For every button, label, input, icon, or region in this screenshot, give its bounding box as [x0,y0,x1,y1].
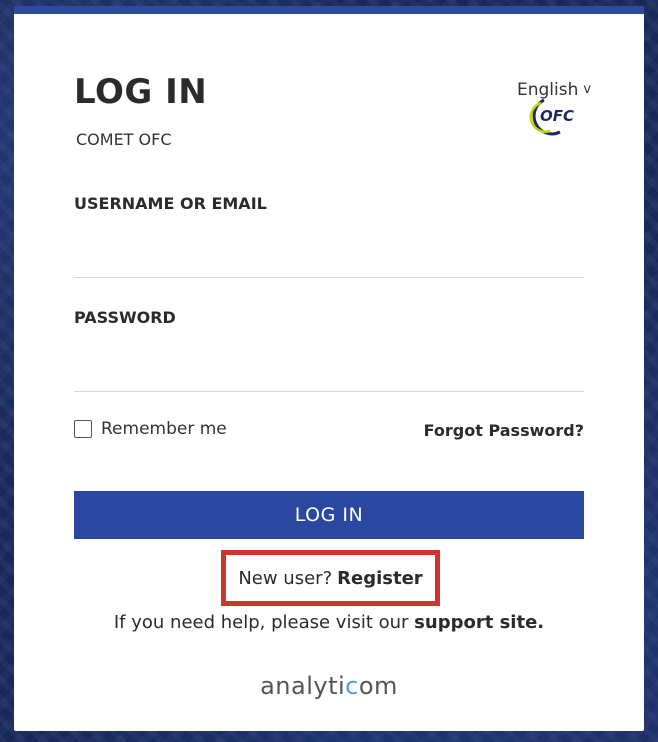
register-callout: New user? Register [221,550,440,606]
brand-text-1: analyti [260,672,346,700]
remember-me[interactable]: Remember me [74,419,227,439]
ofc-logo-text: OFC [540,107,574,125]
help-prefix: If you need help, please visit our [113,612,409,633]
analyticom-logo: analyticom [14,672,644,700]
chevron-down-icon: v [583,82,592,97]
register-link[interactable]: Register [337,568,423,589]
remember-me-label: Remember me [101,419,227,439]
password-label: PASSWORD [74,308,176,327]
brand-text-2: om [358,672,398,700]
password-input[interactable] [74,356,584,392]
new-user-prompt: New user? [238,567,333,589]
page-subtitle: COMET OFC [76,130,172,149]
brand-text-accent: c [345,672,359,700]
login-button[interactable]: LOG IN [74,491,584,539]
help-text: If you need help, please visit our suppo… [14,612,644,633]
username-label: USERNAME OR EMAIL [74,194,267,213]
ofc-logo: OFC [529,98,574,136]
login-card: LOG IN COMET OFC English v OFC USERNAME O… [14,6,644,731]
page-title: LOG IN [74,72,208,112]
support-site-link[interactable]: support site. [414,612,544,633]
username-input[interactable] [74,242,584,278]
forgot-password-link[interactable]: Forgot Password? [424,421,584,440]
remember-me-checkbox[interactable] [74,420,92,438]
